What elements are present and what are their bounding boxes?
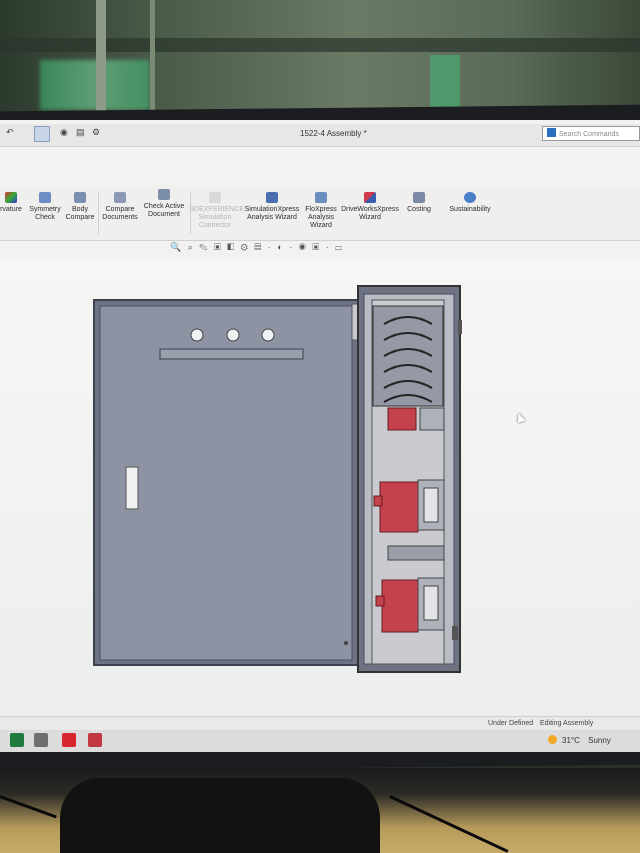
door-latch (125, 466, 139, 510)
body-compare-icon (74, 192, 86, 203)
acrobat-icon[interactable] (62, 733, 76, 747)
breaker-bottom[interactable] (375, 577, 445, 633)
sun-icon (548, 735, 557, 744)
costing-button[interactable]: Costing (404, 192, 434, 214)
file-properties-icon[interactable]: ▤ (76, 127, 85, 138)
symmetry-check-button[interactable]: Symmetry Check (28, 192, 62, 222)
ribbon-label: SimulationXpress Analysis Wizard (244, 206, 300, 221)
ribbon-label: Compare Documents (102, 206, 138, 221)
simulation-connector-icon (209, 192, 221, 203)
search-placeholder: Search Commands (559, 131, 619, 138)
ribbon-label: DriveWorksXpress Wizard (341, 206, 399, 221)
simulation-connector-button[interactable]: 3DEXPERIENCE Simulation Connector (190, 192, 244, 230)
ribbon-label: FloXpress Analysis Wizard (305, 206, 337, 229)
ribbon-separator (98, 192, 99, 234)
heads-up-view-toolbar[interactable]: 🔍 ⌕ ✎ ▣ ◧ ⚙ ▤ · ◐ · ◉ ▣ · ▭ (170, 242, 344, 256)
select-icon[interactable] (34, 126, 50, 142)
din-rail (387, 545, 445, 561)
floxpress-button[interactable]: FloXpress Analysis Wizard (302, 192, 340, 230)
check-active-document-icon (158, 189, 170, 200)
sustainability-button[interactable]: Sustainability (444, 192, 496, 214)
curvature-icon (5, 192, 17, 203)
solidworks-icon[interactable] (88, 733, 102, 747)
ribbon-label: Costing (407, 206, 431, 213)
curvature-button[interactable]: rvature (0, 192, 28, 214)
ribbon-label: 3DEXPERIENCE Simulation Connector (190, 206, 245, 229)
solidworks-search-icon (547, 128, 556, 137)
door-screw (344, 641, 348, 645)
check-active-document-button[interactable]: Check Active Document (142, 189, 186, 219)
evaluate-ribbon: rvature Symmetry Check Body Compare Comp… (0, 186, 640, 241)
breaker-middle[interactable] (373, 479, 445, 533)
driveworksxpress-button[interactable]: DriveWorksXpress Wizard (340, 192, 400, 222)
floxpress-icon (315, 192, 327, 203)
wall-pipe-2 (150, 0, 155, 112)
compare-documents-icon (114, 192, 126, 203)
ribbon-label: Sustainability (449, 206, 491, 213)
cabinet-handle-bottom (452, 626, 458, 640)
editing-status: Editing Assembly (540, 720, 594, 727)
ribbon-label: Symmetry Check (29, 206, 61, 221)
definition-status: Under Defined (488, 720, 534, 727)
ribbon-label: Check Active Document (143, 203, 185, 218)
indicator-light-2 (226, 328, 240, 342)
assembly-model (93, 285, 462, 673)
status-bar: Under Defined Editing Assembly (0, 716, 640, 731)
costing-icon (413, 192, 425, 203)
vent-grille (372, 305, 444, 407)
background-wall (0, 0, 640, 115)
graphics-area[interactable] (0, 260, 640, 722)
ribbon-label: Body Compare (65, 206, 95, 221)
wall-pipe (96, 0, 106, 112)
ribbon-label: rvature (0, 206, 22, 213)
weather-widget[interactable]: 31°C Sunny (548, 735, 611, 745)
door-slot (159, 348, 304, 360)
indicator-light-3 (261, 328, 275, 342)
weather-condition: Sunny (588, 736, 611, 745)
sustainability-icon (464, 192, 476, 203)
simulationxpress-icon (266, 192, 278, 203)
search-commands-input[interactable]: Search Commands (542, 126, 640, 141)
document-title: 1522-4 Assembly * (300, 129, 367, 138)
monitor-screen: ↶ ◉ ▤ ⚙ 1522-4 Assembly * Search Command… (0, 120, 640, 752)
windows-taskbar: 31°C Sunny (0, 730, 640, 752)
undo-icon[interactable]: ↶ (6, 127, 14, 138)
title-bar: ↶ ◉ ▤ ⚙ 1522-4 Assembly * Search Command… (0, 124, 640, 147)
cabinet-handle-top (458, 320, 462, 334)
driveworksxpress-icon (364, 192, 376, 203)
body-compare-button[interactable]: Body Compare (64, 192, 96, 222)
symmetry-check-icon (39, 192, 51, 203)
app-icon[interactable] (34, 733, 48, 747)
window-light (40, 60, 150, 110)
compare-documents-button[interactable]: Compare Documents (100, 192, 140, 222)
simulationxpress-button[interactable]: SimulationXpress Analysis Wizard (244, 192, 300, 222)
temperature: 31°C (562, 736, 580, 745)
indicator-light-1 (190, 328, 204, 342)
rebuild-icon[interactable]: ◉ (60, 127, 68, 138)
window-light-2 (430, 55, 460, 110)
excel-icon[interactable] (10, 733, 24, 747)
options-gear-icon[interactable]: ⚙ (92, 127, 100, 138)
breaker-top[interactable] (387, 407, 445, 431)
monitor-stand (60, 778, 380, 853)
